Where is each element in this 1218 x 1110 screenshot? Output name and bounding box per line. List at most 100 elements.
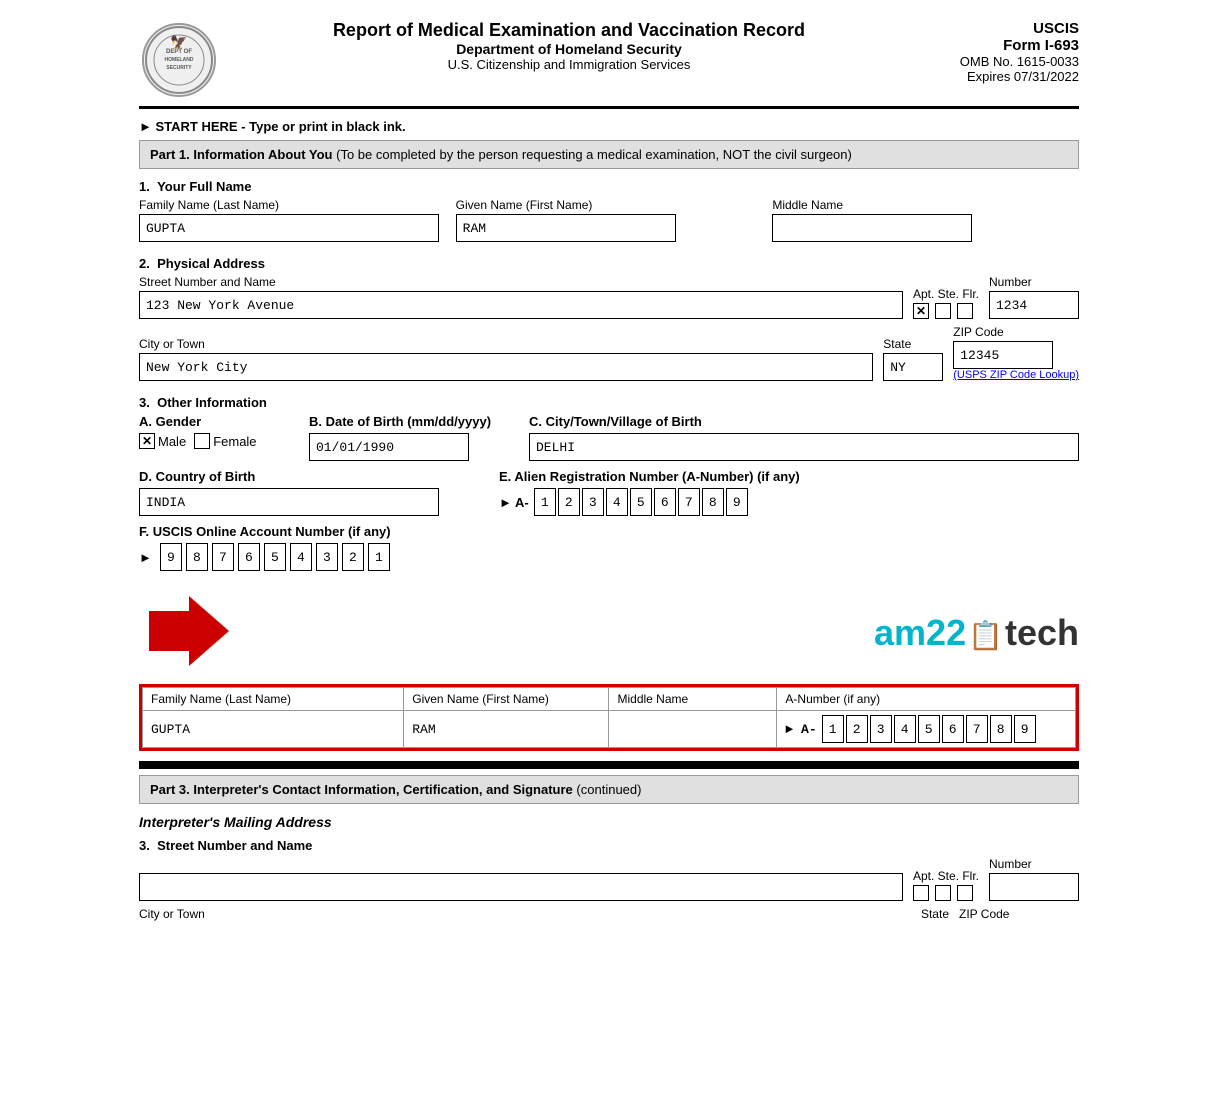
online-digit-4[interactable]: 6 (238, 543, 260, 571)
zip-input[interactable] (953, 341, 1053, 369)
start-here-text: ► START HERE - Type or print in black in… (139, 119, 1079, 134)
online-digit-3[interactable]: 7 (212, 543, 234, 571)
family-name-group: Family Name (Last Name) (139, 198, 446, 242)
apt-checkbox[interactable]: ✕ (913, 303, 929, 319)
male-option: ✕ Male (139, 433, 186, 449)
dob-group: B. Date of Birth (mm/dd/yyyy) (309, 414, 509, 461)
country-birth-label: D. Country of Birth (139, 469, 479, 484)
interpreter-number-input[interactable] (989, 873, 1079, 901)
family-name-input[interactable] (139, 214, 439, 242)
male-label: Male (158, 434, 186, 449)
online-digit-9[interactable]: 1 (368, 543, 390, 571)
summary-a-digit-1: 1 (822, 715, 844, 743)
interpreter-section-number: 3. Street Number and Name (139, 838, 1079, 853)
alien-arrow: ► A- (499, 495, 529, 510)
city-label: City or Town (139, 337, 873, 351)
state-label: State (883, 337, 943, 351)
state-input[interactable] (883, 353, 943, 381)
city-birth-input[interactable] (529, 433, 1079, 461)
usps-link[interactable]: (USPS ZIP Code Lookup) (953, 369, 1079, 381)
am22tech-text-dark: tech (1005, 612, 1079, 653)
section-other-info: 3. Other Information A. Gender ✕ Male Fe… (139, 395, 1079, 571)
alien-digit-6[interactable]: 6 (654, 488, 676, 516)
female-checkbox[interactable] (194, 433, 210, 449)
logo-circle: DEPT OF HOMELAND SECURITY 🦅 (142, 23, 216, 97)
middle-name-input[interactable] (772, 214, 972, 242)
online-digit-8[interactable]: 2 (342, 543, 364, 571)
alien-digit-4[interactable]: 4 (606, 488, 628, 516)
flr-checkbox[interactable] (957, 303, 973, 319)
country-birth-group: D. Country of Birth (139, 469, 479, 516)
arrow-logo-section: am22📋tech (139, 591, 1079, 674)
alien-digit-7[interactable]: 7 (678, 488, 700, 516)
country-birth-input[interactable] (139, 488, 439, 516)
interpreter-ste-checkbox[interactable] (935, 885, 951, 901)
ste-checkbox[interactable] (935, 303, 951, 319)
given-name-input[interactable] (456, 214, 676, 242)
bottom-black-bar (139, 761, 1079, 769)
interpreter-state-group: State (921, 907, 949, 923)
interpreter-zip-group: ZIP Code (959, 907, 1079, 923)
alien-digit-2[interactable]: 2 (558, 488, 580, 516)
summary-a-digit-9: 9 (1014, 715, 1036, 743)
section-full-name: 1. Your Full Name Family Name (Last Name… (139, 179, 1079, 242)
alien-digit-9[interactable]: 9 (726, 488, 748, 516)
interpreter-mailing-address: Interpreter's Mailing Address 3. Street … (139, 814, 1079, 923)
red-arrow-icon (139, 591, 239, 671)
section-address: 2. Physical Address Street Number and Na… (139, 256, 1079, 381)
summary-a-number: ► A- 1 2 3 4 5 6 7 8 9 (777, 711, 1076, 748)
zip-label: ZIP Code (953, 325, 1079, 339)
street-row: Street Number and Name Apt. Ste. Flr. ✕ … (139, 275, 1079, 319)
interpreter-city-state-zip-row: City or Town State ZIP Code (139, 907, 1079, 923)
interpreter-apt-group: Apt. Ste. Flr. (913, 869, 979, 901)
interpreter-apt-label-row: Apt. Ste. Flr. (913, 869, 979, 883)
form-id-block: USCIS Form I-693 OMB No. 1615-0033 Expir… (919, 20, 1079, 84)
summary-a-arrow: ► A- (785, 722, 816, 737)
number-input[interactable] (989, 291, 1079, 319)
interpreter-flr-checkbox[interactable] (957, 885, 973, 901)
am22tech-text-cyan: am22 (874, 612, 966, 653)
gender-group: A. Gender ✕ Male Female (139, 414, 289, 449)
section1-number: 1. Your Full Name (139, 179, 1079, 194)
interpreter-apt-checkbox[interactable] (913, 885, 929, 901)
female-label: Female (213, 434, 256, 449)
alien-digit-1[interactable]: 1 (534, 488, 556, 516)
red-arrow-container (139, 591, 239, 674)
number-label: Number (989, 275, 1079, 289)
online-digit-7[interactable]: 3 (316, 543, 338, 571)
online-digit-1[interactable]: 9 (160, 543, 182, 571)
alien-digit-5[interactable]: 5 (630, 488, 652, 516)
alien-digit-8[interactable]: 8 (702, 488, 724, 516)
city-input[interactable] (139, 353, 873, 381)
online-digit-6[interactable]: 4 (290, 543, 312, 571)
col3-header: Middle Name (609, 688, 777, 711)
alien-label: E. Alien Registration Number (A-Number) … (499, 469, 1079, 484)
street-input[interactable] (139, 291, 903, 319)
section3-number: 3. Other Information (139, 395, 1079, 410)
summary-a-number-row: ► A- 1 2 3 4 5 6 7 8 9 (785, 715, 1067, 743)
dob-input[interactable] (309, 433, 469, 461)
city-birth-group: C. City/Town/Village of Birth (529, 414, 1079, 461)
form-header: DEPT OF HOMELAND SECURITY 🦅 Report of Me… (139, 20, 1079, 100)
online-digit-2[interactable]: 8 (186, 543, 208, 571)
name-fields-row: Family Name (Last Name) Given Name (Firs… (139, 198, 1079, 242)
summary-given-name: RAM (404, 711, 609, 748)
gender-options: ✕ Male Female (139, 433, 289, 449)
alien-digit-3[interactable]: 3 (582, 488, 604, 516)
online-account-row: ► 9 8 7 6 5 4 3 2 1 (139, 543, 1079, 571)
number-group: Number (989, 275, 1079, 319)
interpreter-street-input[interactable] (139, 873, 903, 901)
female-option: Female (194, 433, 256, 449)
col4-header: A-Number (if any) (777, 688, 1076, 711)
street-group: Street Number and Name (139, 275, 903, 319)
interpreter-street-row: Apt. Ste. Flr. Number (139, 857, 1079, 901)
apt-group: Apt. Ste. Flr. ✕ (913, 287, 979, 319)
summary-middle-name (609, 711, 777, 748)
gender-label: A. Gender (139, 414, 289, 429)
online-digit-5[interactable]: 5 (264, 543, 286, 571)
city-birth-label: C. City/Town/Village of Birth (529, 414, 1079, 429)
online-account-section: F. USCIS Online Account Number (if any) … (139, 524, 1079, 571)
dob-label: B. Date of Birth (mm/dd/yyyy) (309, 414, 509, 429)
male-checkbox[interactable]: ✕ (139, 433, 155, 449)
street-label: Street Number and Name (139, 275, 903, 289)
